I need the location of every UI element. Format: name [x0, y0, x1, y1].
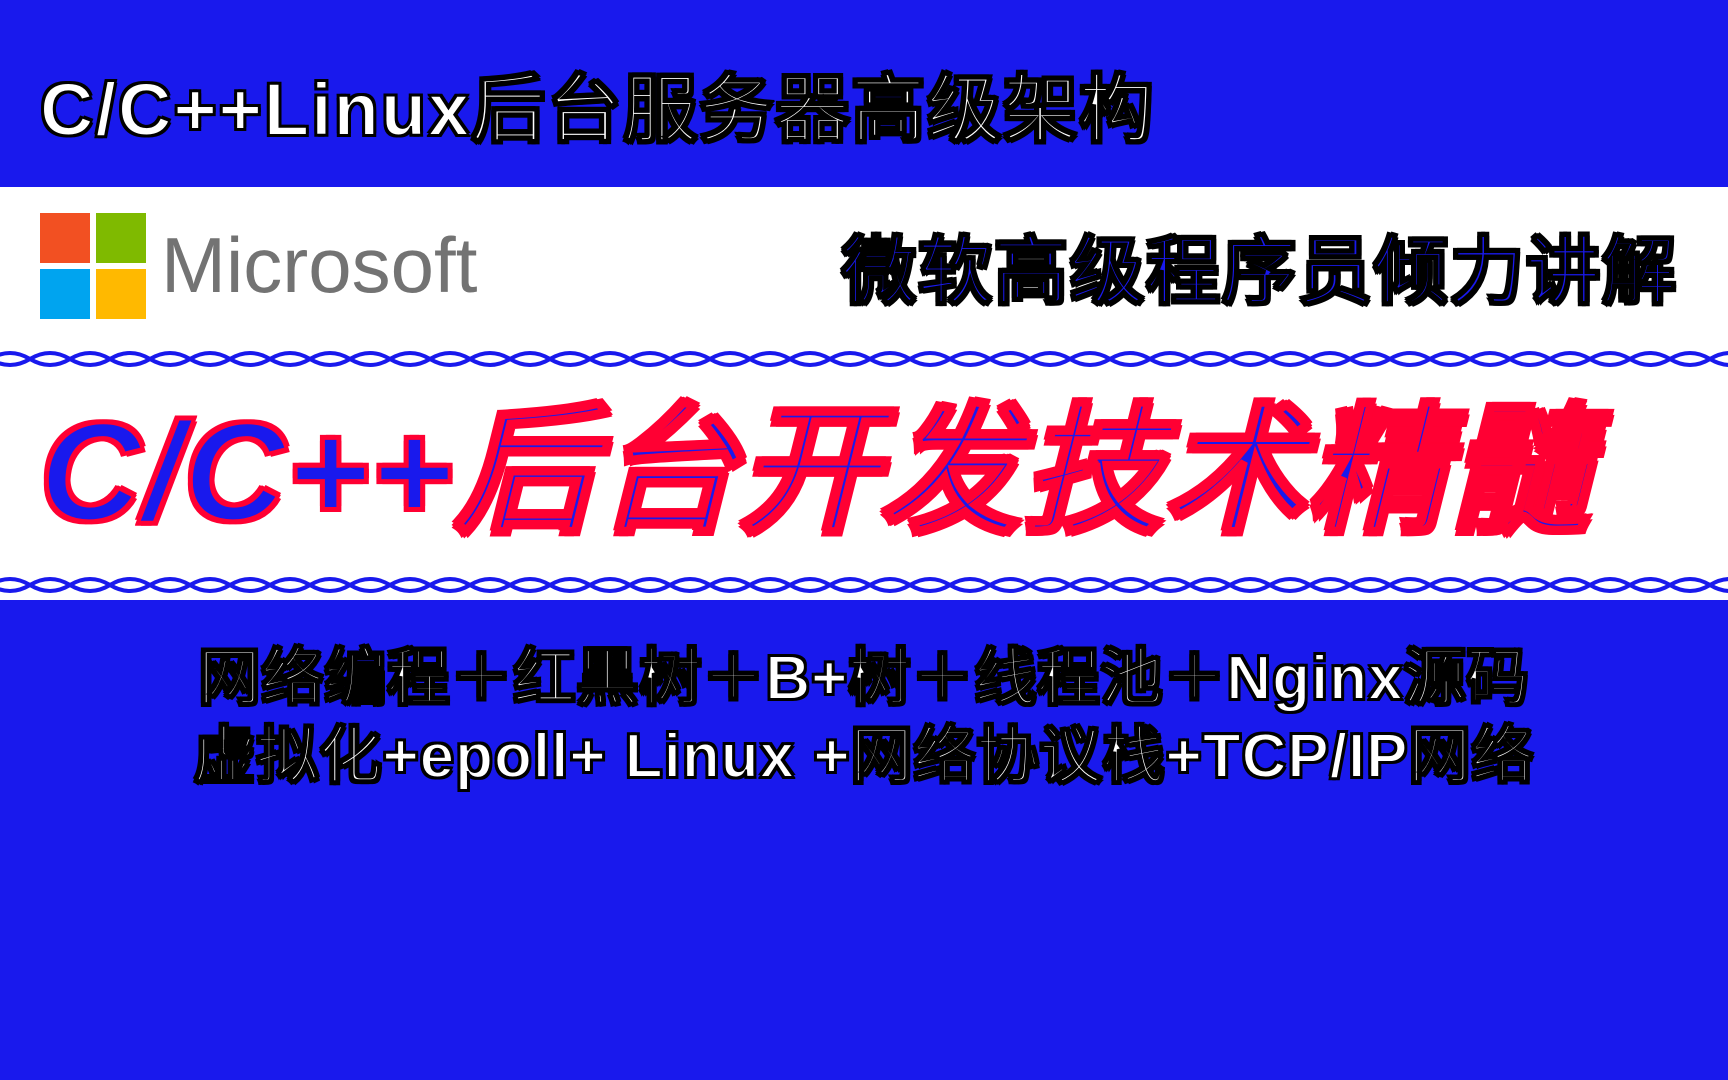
header-title: C/C++Linux后台服务器高级架构	[40, 50, 1688, 157]
ms-square-red	[40, 213, 90, 263]
microsoft-brand-text: Microsoft	[161, 220, 477, 311]
main-title: C/C++后台开发技术精髓	[40, 402, 1688, 542]
chain-divider-top	[0, 344, 1728, 374]
chain-divider-bottom	[0, 570, 1728, 600]
ms-square-green	[96, 213, 146, 263]
header-section: C/C++Linux后台服务器高级架构	[0, 0, 1728, 187]
footer-section: 网络编程＋红黑树＋B+树＋线程池＋Nginx源码 虚拟化+epoll+ Linu…	[0, 600, 1728, 815]
presenter-text: 微软高级程序员倾力讲解	[842, 212, 1678, 319]
footer-topics-line2: 虚拟化+epoll+ Linux +网络协议栈+TCP/IP网络	[40, 718, 1688, 796]
microsoft-logo: Microsoft	[40, 213, 477, 319]
ms-square-yellow	[96, 269, 146, 319]
ms-square-blue	[40, 269, 90, 319]
logo-presenter-band: Microsoft 微软高级程序员倾力讲解	[0, 187, 1728, 344]
footer-topics-line1: 网络编程＋红黑树＋B+树＋线程池＋Nginx源码	[40, 640, 1688, 718]
microsoft-logo-icon	[40, 213, 146, 319]
main-title-band: C/C++后台开发技术精髓	[0, 374, 1728, 570]
